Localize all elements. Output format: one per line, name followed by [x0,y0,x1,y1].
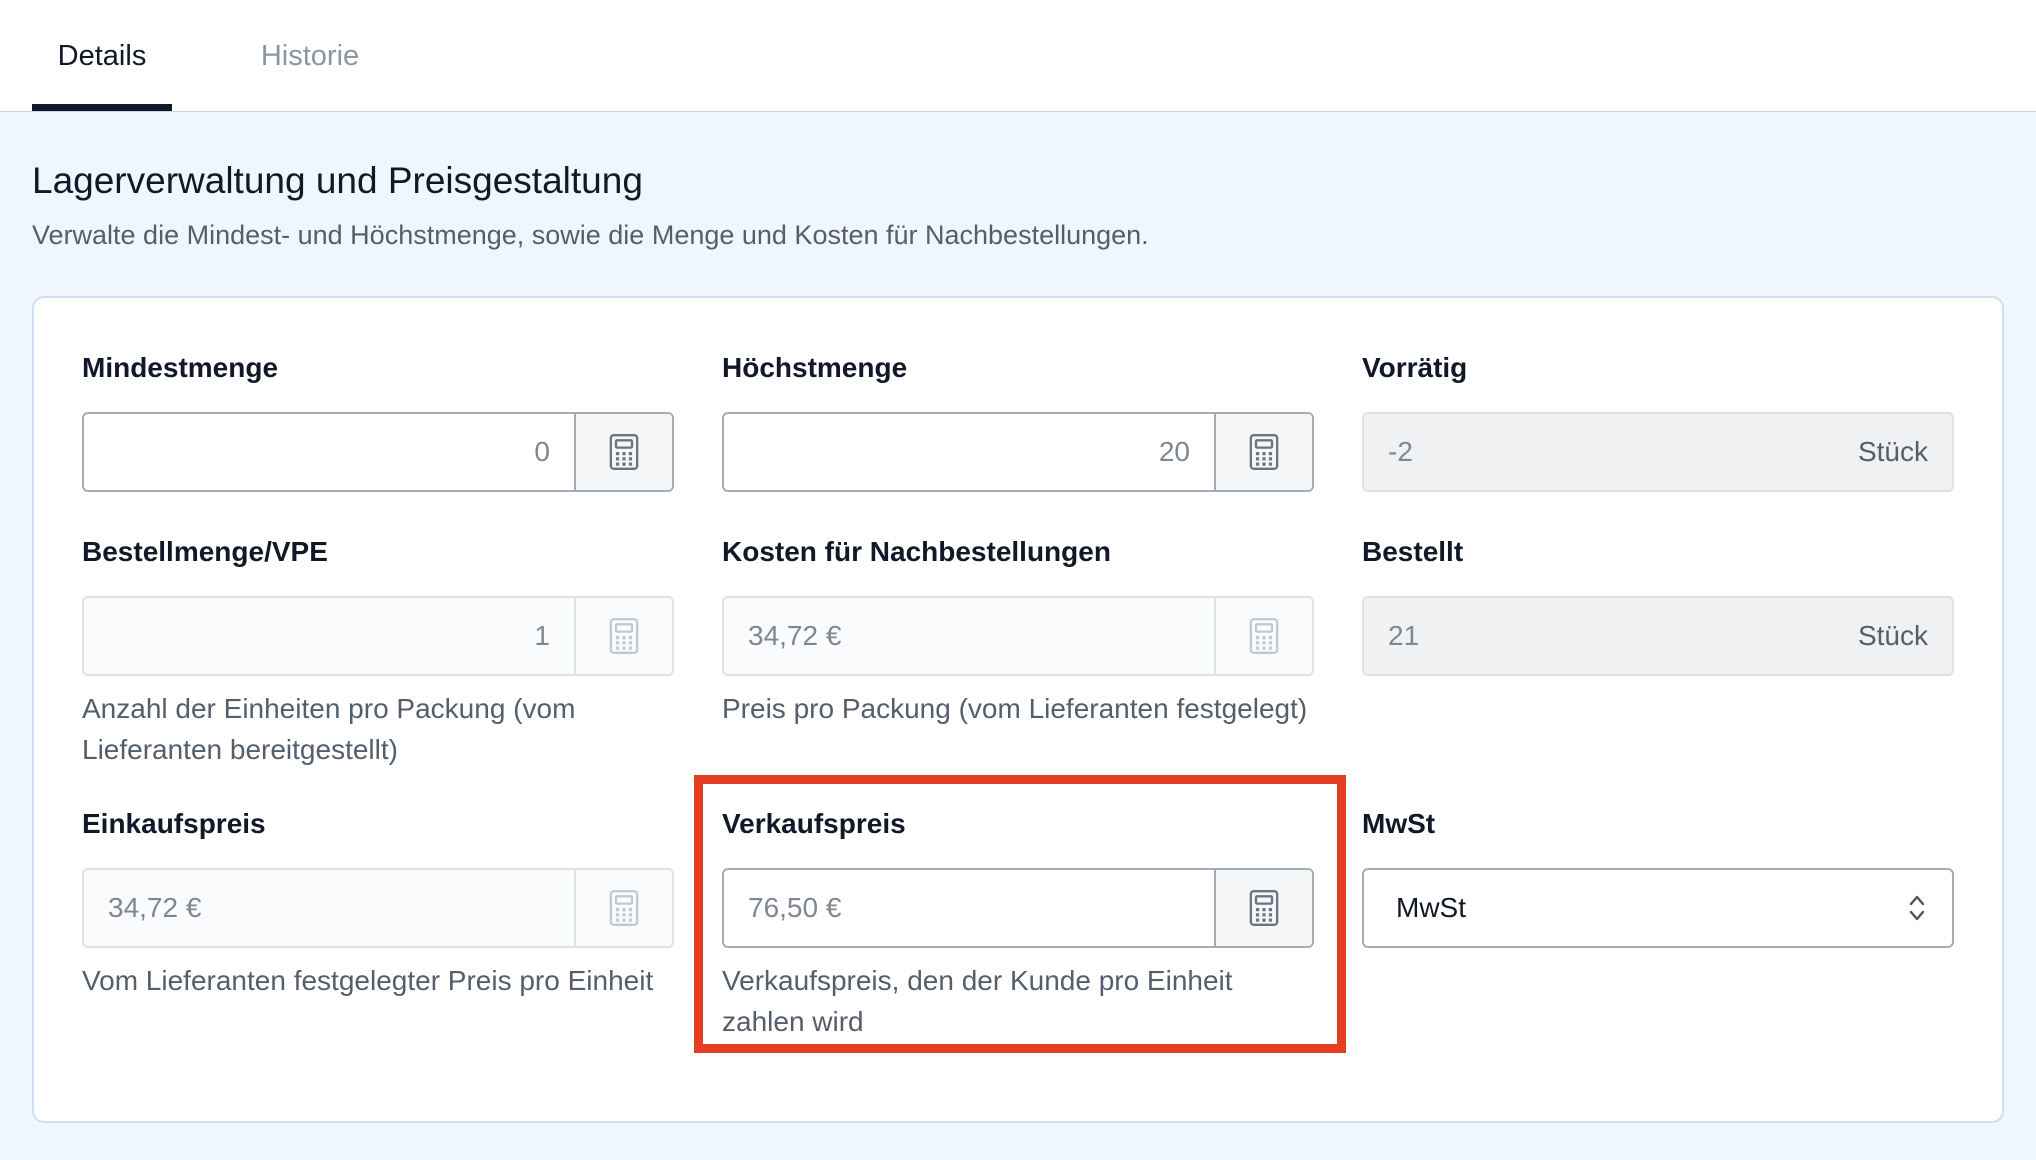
min-qty-field: Mindestmenge 0 [82,348,674,492]
tab-historie[interactable]: Historie [240,0,380,112]
min-qty-input-group: 0 [82,412,674,492]
max-qty-input-group: 20 [722,412,1314,492]
reorder-cost-input-group: 34,72 € [722,596,1314,676]
calculator-icon [609,618,639,654]
in-stock-field: Vorrätig -2 Stück [1362,348,1954,492]
order-qty-field: Bestellmenge/VPE 1 Anzahl der Einheiten … [82,532,674,770]
order-qty-calculator-button[interactable] [574,598,672,674]
purchase-price-label: Einkaufspreis [82,808,266,839]
min-qty-label: Mindestmenge [82,352,279,383]
vat-select-value: MwSt [1396,892,1466,923]
order-qty-label: Bestellmenge/VPE [82,536,328,567]
ordered-unit: Stück [1857,620,1928,651]
calculator-icon [609,434,639,470]
ordered-value: 21 [1388,620,1420,651]
reorder-cost-field: Kosten für Nachbestellungen 34,72 € Prei… [722,532,1314,729]
reorder-cost-calculator-button[interactable] [1214,598,1312,674]
in-stock-input-group: -2 Stück [1362,412,1954,492]
active-tab-indicator [32,104,172,111]
vat-field: MwSt MwSt [1362,804,1954,948]
max-qty-label: Höchstmenge [722,352,908,383]
purchase-price-input-group: 34,72 € [82,868,674,948]
purchase-price-calculator-button[interactable] [574,870,672,946]
tab-details[interactable]: Details [32,0,172,112]
vat-label: MwSt [1362,808,1436,839]
chevron-up-down-icon [1882,870,1952,946]
ordered-input-group: 21 Stück [1362,596,1954,676]
in-stock-label: Vorrätig [1362,352,1468,383]
max-qty-field: Höchstmenge 20 [722,348,1314,492]
min-qty-calculator-button[interactable] [574,414,672,490]
reorder-cost-helper: Preis pro Packung (vom Lieferanten festg… [722,693,1308,724]
purchase-price-helper: Vom Lieferanten festgelegter Preis pro E… [82,965,654,996]
vat-select[interactable]: MwSt [1362,868,1954,948]
order-qty-helper: Anzahl der Einheiten pro Packung (vom Li… [82,693,576,765]
order-qty-input-group: 1 [82,596,674,676]
calculator-icon [609,890,639,926]
reorder-cost-label: Kosten für Nachbestellungen [722,536,1111,567]
purchase-price-input[interactable]: 34,72 € [84,870,574,946]
order-qty-input[interactable]: 1 [84,598,574,674]
in-stock-unit: Stück [1857,436,1928,467]
highlight-box [694,775,1346,1053]
reorder-cost-input[interactable]: 34,72 € [724,598,1214,674]
purchase-price-field: Einkaufspreis 34,72 € Vom Lieferanten fe… [82,804,674,1001]
min-qty-input[interactable]: 0 [84,414,574,490]
calculator-icon [1249,434,1279,470]
max-qty-calculator-button[interactable] [1214,414,1312,490]
section-description: Verwalte die Mindest- und Höchstmenge, s… [32,220,1149,250]
in-stock-value: -2 [1388,436,1413,467]
calculator-icon [1249,618,1279,654]
ordered-label: Bestellt [1362,536,1464,567]
max-qty-input[interactable]: 20 [724,414,1214,490]
ordered-field: Bestellt 21 Stück [1362,532,1954,676]
section-title: Lagerverwaltung und Preisgestaltung [32,160,643,201]
tab-bar: Details Historie [0,0,2036,112]
